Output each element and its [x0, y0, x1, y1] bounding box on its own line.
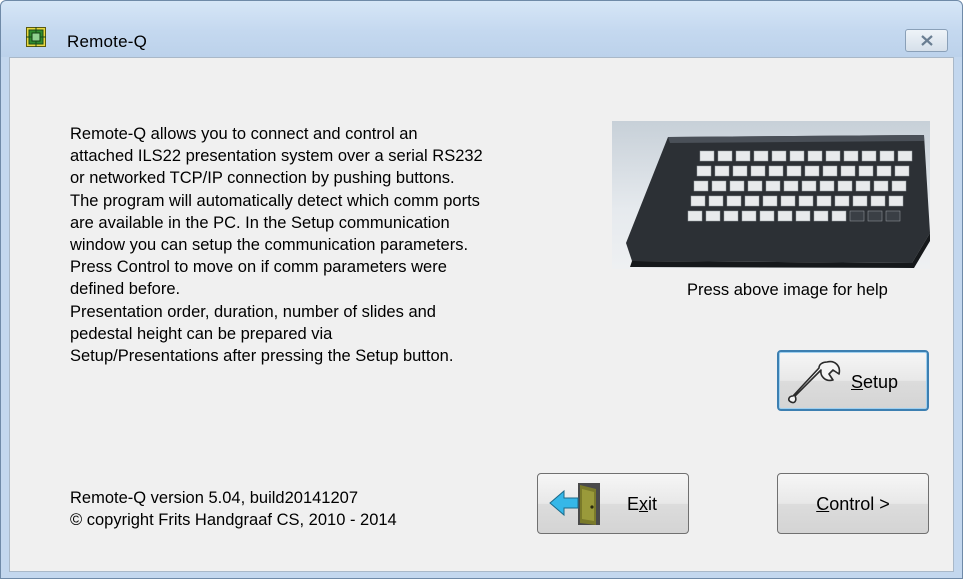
description-line: defined before.: [70, 280, 181, 299]
title-bar[interactable]: Remote-Q: [1, 1, 962, 57]
help-caption: Press above image for help: [687, 281, 888, 299]
exit-door-icon: [549, 483, 600, 525]
circuit-board-icon: [26, 27, 46, 47]
control-label: Control >: [816, 494, 890, 514]
description-line: pedestal height can be prepared via: [70, 324, 333, 343]
description-line: are available in the PC. In the Setup co…: [70, 213, 450, 232]
description-line: or networked TCP/IP connection by pushin…: [70, 169, 455, 188]
control-button[interactable]: Control >: [777, 473, 929, 534]
copyright-line: © copyright Frits Handgraaf CS, 2010 - 2…: [70, 511, 397, 529]
description-text: Remote-Q allows you to connect and contr…: [70, 123, 560, 367]
exit-button[interactable]: Exit: [537, 473, 689, 534]
close-icon: [921, 35, 933, 46]
dialog-body: Remote-Q allows you to connect and contr…: [9, 57, 954, 572]
description-line: attached ILS22 presentation system over …: [70, 147, 483, 166]
version-info: Remote-Q version 5.04, build20141207 © c…: [70, 487, 397, 531]
keypad-device-image[interactable]: [612, 121, 930, 269]
description-line: The program will automatically detect wh…: [70, 191, 480, 210]
remote-q-window: Remote-Q Remote-Q allows you to connect …: [0, 0, 963, 579]
description-line: window you can setup the communication p…: [70, 236, 469, 255]
setup-label: Setup: [851, 372, 899, 392]
exit-label: Exit: [627, 494, 658, 514]
wrench-icon: [788, 360, 841, 404]
setup-button[interactable]: Setup: [777, 350, 929, 411]
window-title: Remote-Q: [67, 32, 148, 51]
close-button[interactable]: [905, 29, 948, 52]
description-line: Presentation order, duration, number of …: [70, 302, 436, 321]
description-line: Remote-Q allows you to connect and contr…: [70, 125, 418, 143]
description-line: Setup/Presentations after pressing the S…: [70, 347, 454, 366]
description-line: Press Control to move on if comm paramet…: [70, 258, 447, 277]
version-line: Remote-Q version 5.04, build20141207: [70, 489, 359, 507]
